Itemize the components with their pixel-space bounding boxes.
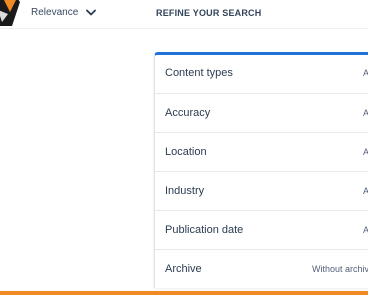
filter-label: Archive <box>165 263 202 275</box>
filter-panel: Content types A Accuracy A Location A In… <box>154 52 368 288</box>
filter-archive[interactable]: Archive Without archiv <box>155 250 368 288</box>
filter-value: A <box>362 186 368 196</box>
sort-dropdown[interactable]: Relevance <box>31 6 97 20</box>
filter-value: A <box>362 108 368 118</box>
filter-value: A <box>362 225 368 235</box>
filter-label: Content types <box>165 67 233 79</box>
filter-label: Industry <box>165 185 205 197</box>
sort-dropdown-label: Relevance <box>31 7 79 18</box>
filter-label: Publication date <box>165 224 244 236</box>
bottom-accent-bar <box>0 291 368 295</box>
filter-accuracy[interactable]: Accuracy A <box>155 94 368 133</box>
search-results-page: Relevance REFINE YOUR SEARCH Content typ… <box>0 0 368 295</box>
filter-content-types[interactable]: Content types A <box>155 55 368 94</box>
filter-value: Without archiv <box>311 264 368 274</box>
filter-label: Location <box>165 146 207 158</box>
filter-label: Accuracy <box>165 107 211 119</box>
top-bar: Relevance REFINE YOUR SEARCH <box>0 0 368 29</box>
filter-value: A <box>362 147 368 157</box>
refine-search-heading: REFINE YOUR SEARCH <box>156 8 262 18</box>
filter-publication-date[interactable]: Publication date A <box>155 211 368 250</box>
filter-location[interactable]: Location A <box>155 133 368 172</box>
filter-value: A <box>362 68 368 78</box>
filter-industry[interactable]: Industry A <box>155 172 368 211</box>
logo-icon <box>0 0 20 26</box>
chevron-down-icon <box>86 9 97 16</box>
